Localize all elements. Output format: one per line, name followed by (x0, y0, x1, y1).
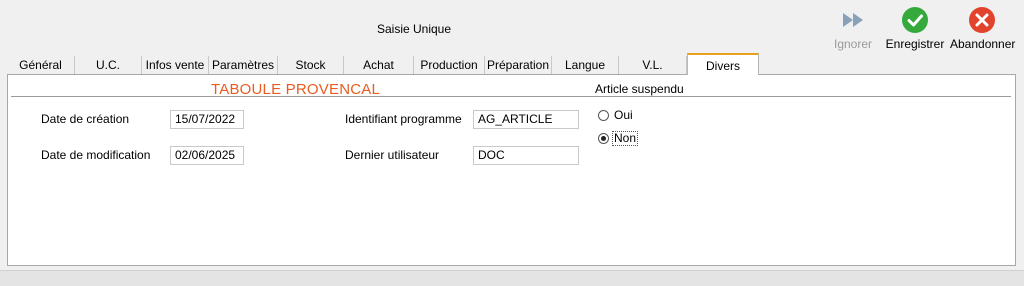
program-id-label: Identifiant programme (345, 112, 462, 126)
last-user-label: Dernier utilisateur (345, 148, 440, 162)
divers-panel: TABOULE PROVENCAL Date de création 15/07… (7, 74, 1016, 266)
radio-non[interactable] (598, 133, 609, 144)
program-id-field[interactable]: AG_ARTICLE (473, 110, 579, 129)
tab-langue[interactable]: Langue (552, 56, 619, 74)
tab-stock[interactable]: Stock (278, 56, 344, 74)
ignore-label: Ignorer (833, 37, 873, 51)
tab-achat[interactable]: Achat (344, 56, 414, 74)
divider (11, 96, 1011, 97)
checkmark-icon (902, 7, 928, 33)
fast-forward-icon (843, 13, 863, 27)
save-button[interactable]: Enregistrer (884, 6, 946, 51)
tab-production[interactable]: Production (414, 56, 485, 74)
radio-selected-dot (601, 136, 606, 141)
modification-date-label: Date de modification (41, 148, 151, 162)
radio-oui-label[interactable]: Oui (614, 108, 633, 122)
suspended-label: Article suspendu (595, 82, 684, 96)
tab-parametres[interactable]: Paramètres (209, 56, 278, 74)
creation-date-label: Date de création (41, 112, 130, 126)
tab-infos-vente[interactable]: Infos vente (142, 56, 209, 74)
tab-preparation[interactable]: Préparation (485, 56, 552, 74)
abandon-button[interactable]: Abandonner (950, 6, 1016, 51)
tab-vl[interactable]: V.L. (619, 56, 687, 74)
tab-uc[interactable]: U.C. (75, 56, 142, 74)
status-strip (0, 270, 1024, 286)
tab-divers[interactable]: Divers (687, 53, 759, 75)
window-title: Saisie Unique (376, 22, 452, 36)
abandon-label: Abandonner (950, 37, 1016, 51)
ignore-button[interactable]: Ignorer (832, 6, 874, 51)
creation-date-field[interactable]: 15/07/2022 (170, 110, 244, 129)
save-label: Enregistrer (885, 37, 945, 51)
tab-general[interactable]: Général (7, 56, 75, 74)
last-user-field[interactable]: DOC (473, 146, 579, 165)
tab-bar: Général U.C. Infos vente Paramètres Stoc… (7, 53, 1017, 75)
radio-oui[interactable] (598, 110, 609, 121)
modification-date-field[interactable]: 02/06/2025 (170, 146, 244, 165)
radio-non-label[interactable]: Non (612, 131, 639, 146)
close-icon (969, 7, 995, 33)
